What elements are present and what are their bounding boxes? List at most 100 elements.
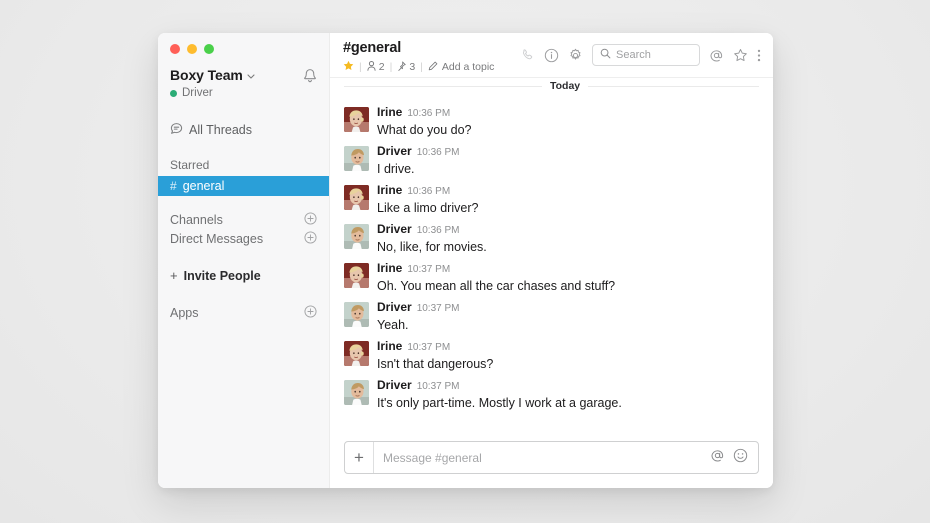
- members-count-button[interactable]: 2: [367, 61, 385, 74]
- add-topic-button[interactable]: Add a topic: [428, 61, 495, 74]
- team-switcher[interactable]: Boxy Team: [170, 67, 317, 83]
- section-header-channels[interactable]: Channels: [158, 210, 329, 229]
- pins-count-button[interactable]: 3: [397, 61, 415, 74]
- message-author[interactable]: Irine: [377, 183, 402, 197]
- chevron-down-icon: [247, 70, 255, 81]
- message-body: Irine10:36 PMWhat do you do?: [377, 105, 759, 138]
- message-author[interactable]: Irine: [377, 261, 402, 275]
- message-row: Driver 10:37 PMYeah.: [344, 297, 759, 336]
- message-author[interactable]: Driver: [377, 222, 412, 236]
- minimize-window-button[interactable]: [187, 44, 197, 54]
- add-channel-icon[interactable]: [304, 212, 317, 228]
- notifications-bell-button[interactable]: [303, 68, 317, 89]
- avatar[interactable]: [344, 380, 369, 405]
- composer-wrapper: + Message #general: [330, 433, 773, 488]
- add-app-icon[interactable]: [304, 305, 317, 321]
- at-mention-icon[interactable]: [709, 48, 724, 63]
- slack-window: Boxy Team Driver: [158, 33, 773, 488]
- sidebar-item-label: Invite People: [184, 269, 261, 283]
- message-row: Irine 10:37 PMOh. You mean all the car ch…: [344, 258, 759, 297]
- message-author[interactable]: Driver: [377, 144, 412, 158]
- message-text: Yeah.: [377, 317, 759, 333]
- hash-icon: #: [170, 179, 177, 193]
- section-header-direct-messages[interactable]: Direct Messages: [158, 229, 329, 248]
- date-divider: Today: [344, 78, 759, 94]
- maximize-window-button[interactable]: [204, 44, 214, 54]
- sidebar-item-channel-general[interactable]: # general: [158, 176, 329, 196]
- message-text: Isn't that dangerous?: [377, 356, 759, 372]
- message-text: Like a limo driver?: [377, 200, 759, 216]
- close-window-button[interactable]: [170, 44, 180, 54]
- search-placeholder: Search: [616, 49, 651, 61]
- message-header: Driver 10:37 PM: [377, 300, 759, 316]
- composer-actions: [710, 442, 758, 473]
- message-input[interactable]: Message #general: [374, 442, 710, 473]
- avatar[interactable]: [344, 107, 369, 132]
- main-panel: #general |: [330, 33, 773, 488]
- sidebar-channel-label: general: [183, 179, 225, 193]
- sidebar-item-label: All Threads: [189, 123, 252, 137]
- message-row: Driver10:37 PMIt's only part-time. Mostl…: [344, 375, 759, 414]
- message-timestamp: 10:37 PM: [417, 380, 460, 394]
- message-timestamp: 10:37 PM: [407, 341, 450, 355]
- window-controls: [158, 33, 329, 54]
- at-mention-icon[interactable]: [710, 448, 725, 468]
- message-timestamp: 10:37 PM: [407, 263, 450, 277]
- message-body: Driver10:36 PMI drive.: [377, 144, 759, 177]
- phone-icon[interactable]: [520, 48, 535, 63]
- avatar[interactable]: [344, 341, 369, 366]
- plus-icon: +: [170, 268, 178, 283]
- message-header: Irine10:36 PM: [377, 183, 759, 199]
- team-header: Boxy Team Driver: [158, 54, 329, 99]
- gear-icon[interactable]: [568, 48, 583, 63]
- message-timestamp: 10:37 PM: [417, 302, 460, 316]
- message-author[interactable]: Irine: [377, 105, 402, 119]
- avatar[interactable]: [344, 224, 369, 249]
- pins-count: 3: [409, 61, 415, 73]
- search-icon: [600, 46, 611, 64]
- section-header-starred: Starred: [158, 156, 329, 174]
- avatar[interactable]: [344, 302, 369, 327]
- message-author[interactable]: Driver: [377, 378, 412, 392]
- channel-meta: | 2 |: [343, 60, 520, 74]
- message-row: Irine10:36 PMLike a limo driver?: [344, 180, 759, 219]
- star-filled-icon[interactable]: [343, 60, 354, 74]
- message-body: Driver10:36 PMNo, like, for movies.: [377, 222, 759, 255]
- message-author[interactable]: Driver: [377, 300, 412, 314]
- message-header: Irine 10:37 PM: [377, 261, 759, 277]
- sidebar-item-invite-people[interactable]: + Invite People: [158, 266, 329, 285]
- message-list[interactable]: Today Irine10:36 PMWhat do you do? Driver…: [330, 78, 773, 433]
- message-timestamp: 10:36 PM: [417, 224, 460, 238]
- section-label: Apps: [170, 306, 199, 320]
- search-input[interactable]: Search: [592, 44, 700, 66]
- message-timestamp: 10:36 PM: [417, 146, 460, 160]
- message-body: Driver 10:37 PMYeah.: [377, 300, 759, 333]
- messages-container: Irine10:36 PMWhat do you do? Driver 10:36 …: [344, 102, 759, 414]
- message-author[interactable]: Irine: [377, 339, 402, 353]
- kebab-menu-icon[interactable]: [757, 48, 761, 63]
- info-icon[interactable]: [544, 48, 559, 63]
- date-divider-label: Today: [542, 78, 588, 94]
- meta-separator: |: [359, 61, 362, 73]
- message-composer[interactable]: + Message #general: [344, 441, 759, 474]
- avatar[interactable]: [344, 146, 369, 171]
- threads-icon: [170, 122, 183, 138]
- message-body: Irine 10:37 PMOh. You mean all the car ch…: [377, 261, 759, 294]
- star-outline-icon[interactable]: [733, 48, 748, 63]
- sidebar-sections: Channels Direct Messages: [158, 210, 329, 248]
- message-header: Driver 10:36 PM: [377, 222, 759, 238]
- message-text: Oh. You mean all the car chases and stuf…: [377, 278, 759, 294]
- section-header-apps[interactable]: Apps: [158, 303, 329, 322]
- avatar[interactable]: [344, 263, 369, 288]
- team-name: Boxy Team: [170, 67, 243, 83]
- message-header: Irine 10:37 PM: [377, 339, 759, 355]
- emoji-smiley-icon[interactable]: [733, 448, 748, 468]
- avatar[interactable]: [344, 185, 369, 210]
- sidebar-item-all-threads[interactable]: All Threads: [158, 120, 329, 140]
- channel-title[interactable]: #general: [343, 40, 520, 57]
- add-attachment-button[interactable]: +: [345, 442, 374, 473]
- sidebar: Boxy Team Driver: [158, 33, 330, 488]
- message-row: Driver10:36 PMI drive.: [344, 141, 759, 180]
- add-direct-message-icon[interactable]: [304, 231, 317, 247]
- presence-status[interactable]: Driver: [170, 87, 317, 99]
